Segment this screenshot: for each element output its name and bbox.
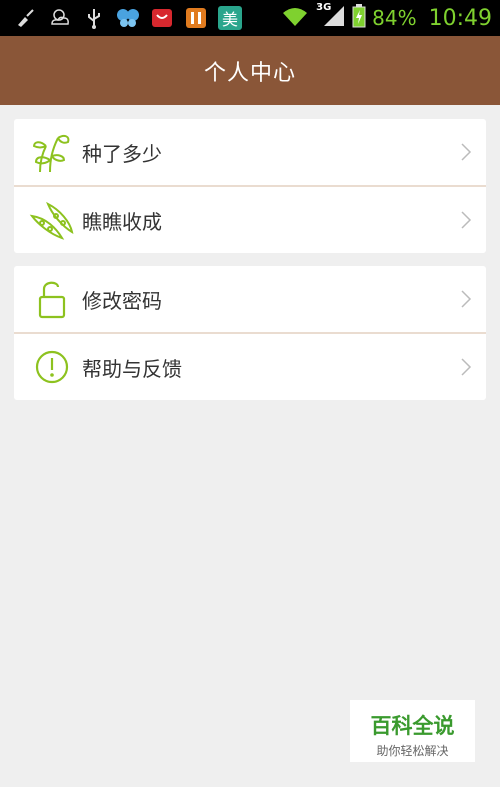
broom-icon (14, 6, 38, 30)
menu-label-help-feedback: 帮助与反馈 (82, 356, 182, 381)
wifi-icon (280, 4, 310, 32)
app-icon (184, 6, 208, 30)
chevron-right-icon (460, 289, 472, 309)
system-status: 3G 84% 10:49 (280, 2, 492, 32)
butterfly-icon (116, 6, 140, 30)
chevron-right-icon (460, 357, 472, 377)
status-bar: 美 3G 84% 10:49 (0, 0, 500, 36)
battery-percent: 84% (372, 6, 417, 30)
menu-label-harvest: 瞧瞧收成 (82, 209, 162, 234)
watermark-logo: 百科全说 助你轻松解决 (350, 700, 475, 762)
page-title: 个人中心 (203, 60, 296, 86)
chevron-right-icon (460, 210, 472, 230)
network-type: 3G (316, 2, 332, 13)
sprout-icon (28, 130, 74, 174)
watermark-subtitle: 助你轻松解决 (376, 744, 449, 758)
menu-group-2: 修改密码 帮助与反馈 (14, 266, 486, 400)
usb-icon (82, 6, 106, 30)
pea-pod-icon (28, 198, 74, 242)
menu-group-1: 种了多少 瞧瞧收成 (14, 119, 486, 253)
mei-app-icon: 美 (218, 6, 242, 30)
unlock-icon (28, 277, 74, 321)
watermark-title: 百科全说 (370, 714, 455, 738)
exclamation-circle-icon (28, 345, 74, 389)
menu-item-help-feedback[interactable]: 帮助与反馈 (14, 332, 486, 400)
notification-icons: 美 (14, 6, 242, 30)
shopping-bag-icon (150, 6, 174, 30)
menu-label-change-password: 修改密码 (82, 288, 162, 313)
signal-icon: 3G (316, 2, 346, 32)
menu-item-planted[interactable]: 种了多少 (14, 119, 486, 185)
clock: 10:49 (428, 5, 492, 31)
app-header: 个人中心 (0, 36, 500, 105)
chevron-right-icon (460, 142, 472, 162)
weather-icon (48, 6, 72, 30)
menu-label-planted: 种了多少 (82, 141, 162, 166)
battery-icon (352, 4, 366, 32)
menu-item-change-password[interactable]: 修改密码 (14, 266, 486, 332)
menu-item-harvest[interactable]: 瞧瞧收成 (14, 185, 486, 253)
